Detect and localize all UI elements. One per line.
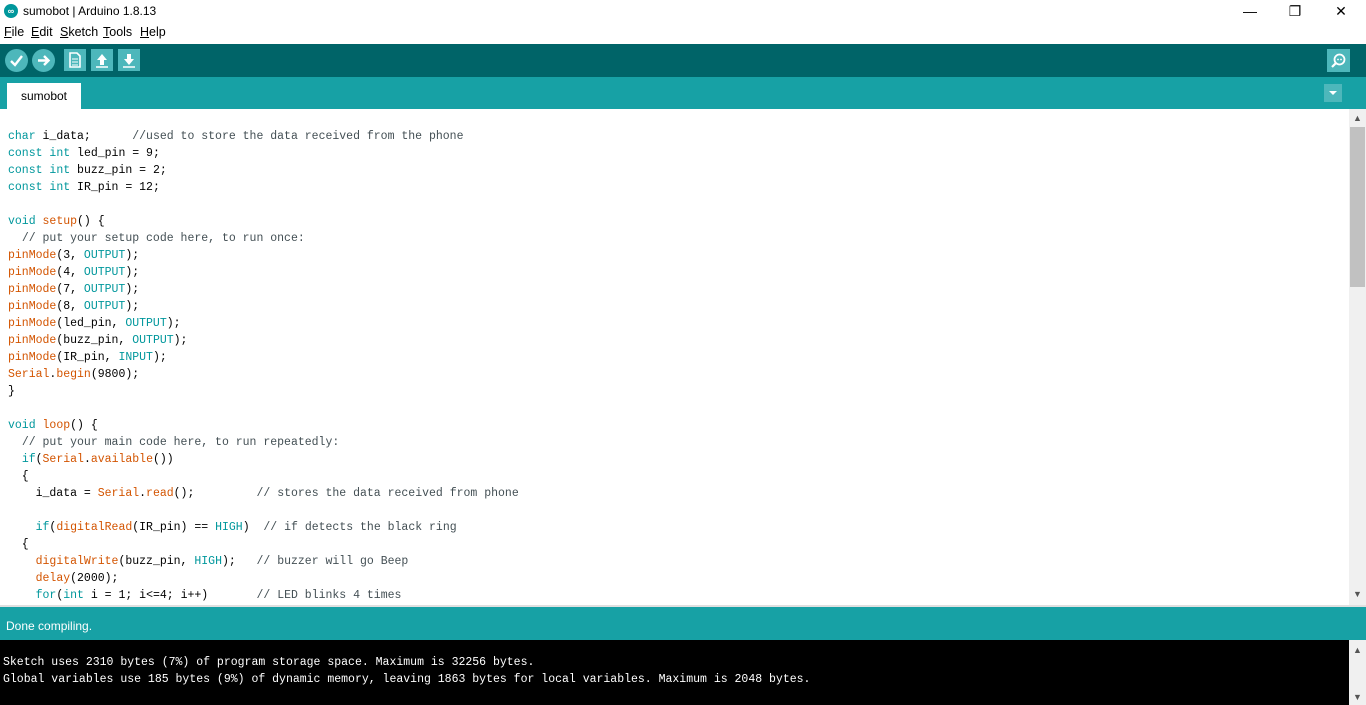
verify-icon xyxy=(10,55,23,67)
scroll-down-icon[interactable]: ▼ xyxy=(1349,587,1366,601)
close-button[interactable]: ✕ xyxy=(1318,0,1364,22)
scroll-down-icon[interactable]: ▼ xyxy=(1349,690,1366,704)
minimize-button[interactable]: — xyxy=(1227,0,1273,22)
tab-sumobot[interactable]: sumobot xyxy=(7,83,81,109)
maximize-button[interactable]: ❐ xyxy=(1272,0,1318,22)
menu-sketch[interactable]: Sketch xyxy=(60,25,98,39)
serial-monitor-button[interactable] xyxy=(1327,49,1350,72)
console-output: Sketch uses 2310 bytes (7%) of program s… xyxy=(0,640,1349,705)
scroll-up-icon[interactable]: ▲ xyxy=(1349,643,1366,657)
menu-tools[interactable]: Tools xyxy=(103,25,132,39)
code-editor[interactable]: char i_data; //used to store the data re… xyxy=(0,109,1349,605)
toolbar xyxy=(0,44,1366,77)
new-sketch-icon xyxy=(69,52,81,68)
menu-help[interactable]: Help xyxy=(140,25,166,39)
upload-icon xyxy=(38,55,51,66)
arduino-logo-icon: ∞ xyxy=(4,4,18,18)
upload-button[interactable] xyxy=(32,49,55,72)
menu-file[interactable]: File xyxy=(4,25,24,39)
console-line: Sketch uses 2310 bytes (7%) of program s… xyxy=(3,656,535,669)
scroll-up-icon[interactable]: ▲ xyxy=(1349,111,1366,125)
new-sketch-button[interactable] xyxy=(64,49,86,71)
tab-menu-button[interactable] xyxy=(1324,84,1342,102)
status-text: Done compiling. xyxy=(6,619,93,633)
scrollbar-thumb[interactable] xyxy=(1350,127,1365,287)
chevron-down-icon xyxy=(1329,91,1337,95)
window-title: sumobot | Arduino 1.8.13 xyxy=(23,4,157,18)
verify-button[interactable] xyxy=(5,49,28,72)
code-text[interactable]: char i_data; //used to store the data re… xyxy=(8,128,519,604)
console-scrollbar[interactable]: ▲ ▼ xyxy=(1349,640,1366,705)
menu-bar: File Edit Sketch Tools Help xyxy=(0,23,1366,43)
console-line: Global variables use 185 bytes (9%) of d… xyxy=(3,673,811,686)
open-icon xyxy=(96,54,108,68)
status-bar: Done compiling. xyxy=(0,605,1366,640)
save-button[interactable] xyxy=(118,49,140,71)
editor-scrollbar[interactable]: ▲ ▼ xyxy=(1349,109,1366,605)
serial-monitor-icon xyxy=(1331,53,1346,68)
open-button[interactable] xyxy=(91,49,113,71)
tab-bar: sumobot xyxy=(0,77,1366,109)
menu-edit[interactable]: Edit xyxy=(31,25,53,39)
title-bar: ∞ sumobot | Arduino 1.8.13 — ❐ ✕ xyxy=(0,0,1366,22)
save-icon xyxy=(123,54,135,68)
